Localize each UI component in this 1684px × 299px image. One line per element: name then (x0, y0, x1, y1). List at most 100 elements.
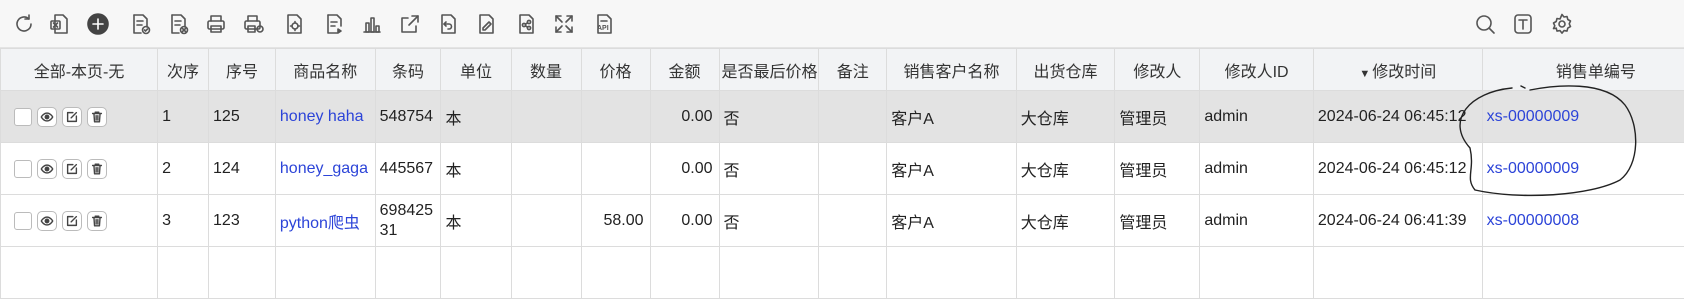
edit-doc-icon[interactable] (470, 8, 502, 40)
table-row-partial (1, 247, 1684, 299)
col-header-remark[interactable]: 备注 (819, 49, 887, 91)
cell-modifier: 管理员 (1115, 143, 1200, 195)
table-row[interactable]: 1 125 honey haha 548754 本 0.00 否 客户A 大仓库… (1, 91, 1684, 143)
row-ops (1, 195, 158, 247)
export-excel-icon[interactable] (44, 8, 76, 40)
col-header-barcode[interactable]: 条码 (375, 49, 441, 91)
share-out-icon[interactable] (394, 8, 426, 40)
col-header-amount[interactable]: 金额 (650, 49, 719, 91)
cell-remark (819, 91, 887, 143)
cell-index: 3 (158, 195, 209, 247)
print-settings-icon[interactable] (278, 8, 310, 40)
cell-modified-time: 2024-06-24 06:45:12 (1313, 91, 1482, 143)
col-header-modifier[interactable]: 修改人 (1115, 49, 1200, 91)
add-icon[interactable] (82, 8, 114, 40)
undo-icon[interactable] (432, 8, 464, 40)
api-label: API (597, 25, 609, 32)
table-row[interactable]: 3 123 python爬虫 69842531 本 58.00 0.00 否 客… (1, 195, 1684, 247)
delete-icon[interactable] (87, 211, 107, 231)
edit-icon[interactable] (62, 107, 82, 127)
cell-price (581, 91, 650, 143)
cell-price: 58.00 (581, 195, 650, 247)
sales-table: 全部-本页-无 次序 序号 商品名称 条码 单位 数量 价格 金额 是否最后价格… (0, 48, 1684, 299)
cell-remark (819, 143, 887, 195)
unapprove-icon[interactable] (162, 8, 194, 40)
delete-icon[interactable] (87, 107, 107, 127)
cell-modifier: 管理员 (1115, 195, 1200, 247)
col-header-qty[interactable]: 数量 (511, 49, 581, 91)
cell-modifier-id: admin (1200, 143, 1314, 195)
toolbar: API (0, 0, 1684, 48)
edit-icon[interactable] (62, 159, 82, 179)
settings-icon[interactable] (1546, 8, 1578, 40)
view-icon[interactable] (37, 159, 57, 179)
cell-warehouse: 大仓库 (1016, 195, 1115, 247)
cell-remark (819, 195, 887, 247)
cell-price (581, 143, 650, 195)
cell-barcode: 548754 (375, 91, 441, 143)
col-header-unit[interactable]: 单位 (441, 49, 511, 91)
edit-icon[interactable] (62, 211, 82, 231)
view-icon[interactable] (37, 107, 57, 127)
fullscreen-icon[interactable] (548, 8, 580, 40)
cell-amount: 0.00 (650, 143, 719, 195)
cell-index: 2 (158, 143, 209, 195)
col-header-modified-time-label: 修改时间 (1372, 64, 1436, 81)
sort-desc-icon: ▼ (1359, 68, 1370, 80)
cell-last-price: 否 (719, 195, 819, 247)
cell-order-no-link[interactable]: xs-00000009 (1482, 143, 1684, 195)
table-row[interactable]: 2 124 honey_gaga 445567 本 0.00 否 客户A 大仓库… (1, 143, 1684, 195)
cell-unit: 本 (441, 195, 511, 247)
cell-amount: 0.00 (650, 195, 719, 247)
col-header-product[interactable]: 商品名称 (275, 49, 375, 91)
cell-amount: 0.00 (650, 91, 719, 143)
cell-order-no-link[interactable]: xs-00000008 (1482, 195, 1684, 247)
share-icon[interactable] (510, 8, 542, 40)
cell-modifier-id: admin (1200, 91, 1314, 143)
col-header-select[interactable]: 全部-本页-无 (1, 49, 158, 91)
print-preview-icon[interactable] (238, 8, 270, 40)
cell-product-link[interactable]: python爬虫 (275, 195, 375, 247)
delete-icon[interactable] (87, 159, 107, 179)
row-ops (1, 91, 158, 143)
col-header-modified-time[interactable]: ▼修改时间 (1313, 49, 1482, 91)
cell-seq: 124 (209, 143, 276, 195)
cell-modified-time: 2024-06-24 06:41:39 (1313, 195, 1482, 247)
print-icon[interactable] (200, 8, 232, 40)
cell-qty (511, 91, 581, 143)
col-header-price[interactable]: 价格 (581, 49, 650, 91)
search-icon[interactable] (1469, 8, 1501, 40)
col-header-order-no[interactable]: 销售单编号 (1482, 49, 1684, 91)
cell-modified-time: 2024-06-24 06:45:12 (1313, 143, 1482, 195)
import-icon[interactable] (318, 8, 350, 40)
cell-customer: 客户A (887, 91, 1017, 143)
approve-icon[interactable] (124, 8, 156, 40)
cell-last-price: 否 (719, 143, 819, 195)
col-header-modifier-id[interactable]: 修改人ID (1200, 49, 1314, 91)
cell-order-no-link[interactable]: xs-00000009 (1482, 91, 1684, 143)
text-format-icon[interactable] (1507, 8, 1539, 40)
cell-modifier: 管理员 (1115, 91, 1200, 143)
cell-customer: 客户A (887, 143, 1017, 195)
cell-barcode: 445567 (375, 143, 441, 195)
col-header-last-price[interactable]: 是否最后价格 (719, 49, 819, 91)
cell-warehouse: 大仓库 (1016, 91, 1115, 143)
view-icon[interactable] (37, 211, 57, 231)
col-header-customer[interactable]: 销售客户名称 (887, 49, 1017, 91)
col-header-warehouse[interactable]: 出货仓库 (1016, 49, 1115, 91)
cell-barcode: 69842531 (375, 195, 441, 247)
cell-product-link[interactable]: honey haha (275, 91, 375, 143)
col-header-index[interactable]: 次序 (158, 49, 209, 91)
cell-qty (511, 195, 581, 247)
chart-icon[interactable] (356, 8, 388, 40)
cell-unit: 本 (441, 91, 511, 143)
row-checkbox[interactable] (14, 108, 32, 126)
row-checkbox[interactable] (14, 160, 32, 178)
row-checkbox[interactable] (14, 212, 32, 230)
cell-last-price: 否 (719, 91, 819, 143)
col-header-seq[interactable]: 序号 (209, 49, 276, 91)
cell-seq: 125 (209, 91, 276, 143)
refresh-icon[interactable] (8, 8, 40, 40)
cell-product-link[interactable]: honey_gaga (275, 143, 375, 195)
api-icon[interactable] (588, 8, 620, 40)
